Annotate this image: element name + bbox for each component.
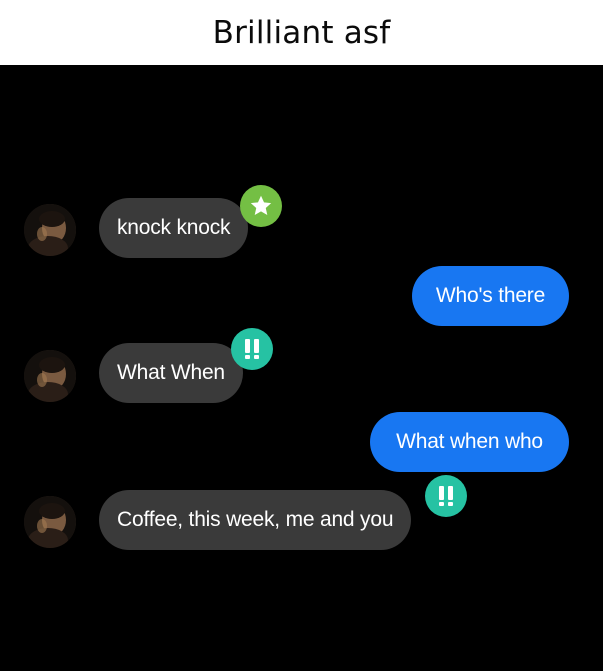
message-text: What When (117, 361, 225, 384)
sender-avatar[interactable] (24, 350, 76, 402)
message-text: What when who (396, 430, 543, 453)
star-icon (240, 185, 282, 227)
message-bubble-outgoing[interactable]: What when who (370, 412, 569, 472)
avatar-photo (24, 350, 76, 402)
message-bubble-incoming[interactable]: knock knock (99, 198, 249, 258)
message-text: Coffee, this week, me and you (117, 508, 394, 531)
avatar-photo (24, 496, 76, 548)
double-exclamation-icon (231, 328, 273, 370)
message-bubble-incoming[interactable]: What When (99, 343, 243, 403)
caption-title: Brilliant asf (212, 14, 391, 51)
chat-screenshot: knock knock Who's there What When What w… (0, 65, 603, 671)
avatar-photo (24, 204, 76, 256)
message-text: Who's there (435, 284, 546, 307)
sender-avatar[interactable] (24, 496, 76, 548)
sender-avatar[interactable] (24, 204, 76, 256)
double-exclamation-icon (425, 475, 467, 517)
message-bubble-outgoing[interactable]: Who's there (412, 266, 569, 326)
message-bubble-incoming[interactable]: Coffee, this week, me and you (99, 490, 412, 550)
message-text: knock knock (117, 216, 231, 239)
meme-page: Brilliant asf knock knock Who's there Wh… (0, 0, 603, 671)
